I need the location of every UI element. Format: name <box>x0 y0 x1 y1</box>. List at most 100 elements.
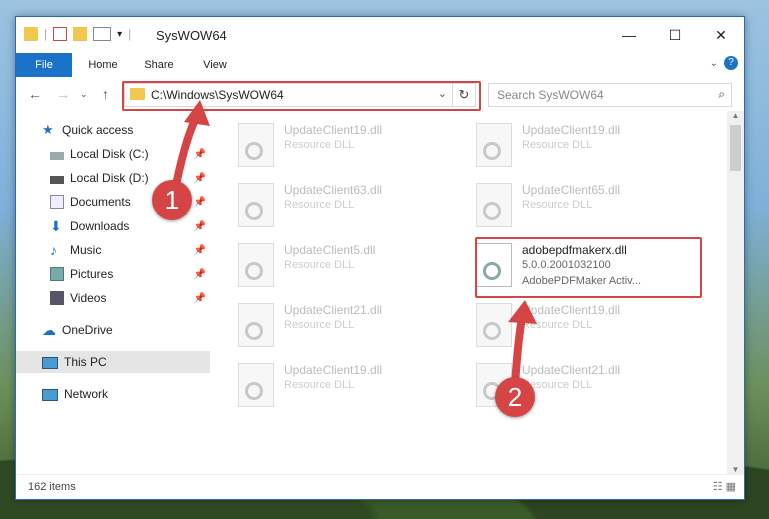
file-name: UpdateClient19.dll <box>522 123 621 137</box>
gear-icon <box>245 322 263 340</box>
file-type: Resource DLL <box>284 139 355 151</box>
sidebar-item-label: Videos <box>70 291 107 305</box>
sidebar-item-pictures[interactable]: Pictures 📌 <box>16 263 210 285</box>
help-icon[interactable]: ? <box>724 56 738 70</box>
file-item[interactable]: UpdateClient19.dll Resource DLL <box>238 121 468 171</box>
recent-chevron-icon[interactable]: ⌄ <box>80 89 88 100</box>
sidebar-item-this-pc[interactable]: This PC <box>16 351 210 373</box>
up-arrow-icon[interactable]: ↑ <box>102 86 109 102</box>
sidebar-item-downloads[interactable]: ⬇ Downloads 📌 <box>16 215 210 237</box>
status-bar: 162 items ☷ ▦ <box>16 474 744 499</box>
dll-file-icon <box>476 123 512 167</box>
pin-icon[interactable]: 📌 <box>194 293 206 304</box>
dll-file-icon <box>476 183 512 227</box>
sidebar-item-label: Network <box>64 387 109 401</box>
maximize-button[interactable]: ☐ <box>652 17 698 53</box>
pin-icon[interactable]: 📌 <box>194 173 206 184</box>
ribbon: File Home Share View ⌄ ? <box>16 53 744 103</box>
file-item[interactable]: UpdateClient63.dll Resource DLL <box>238 181 468 231</box>
file-type: Resource DLL <box>284 199 355 211</box>
sidebar-item-onedrive[interactable]: ☁ OneDrive <box>16 319 210 341</box>
minimize-button[interactable]: — <box>606 17 652 53</box>
quick-access-toolbar: | ▾ | <box>24 27 131 41</box>
properties-icon[interactable] <box>53 27 68 41</box>
sidebar-item-videos[interactable]: Videos 📌 <box>16 287 210 309</box>
file-name: UpdateClient21.dll <box>522 363 621 377</box>
pin-icon[interactable]: 📌 <box>194 245 206 256</box>
view-options-icon[interactable] <box>93 27 112 41</box>
address-highlight-box <box>122 81 481 111</box>
music-icon: ♪ <box>50 242 57 258</box>
gear-icon <box>483 142 501 160</box>
download-icon: ⬇ <box>50 218 62 234</box>
tab-view[interactable]: View <box>190 53 240 77</box>
pin-icon[interactable]: 📌 <box>194 269 206 280</box>
tab-home[interactable]: Home <box>78 53 128 77</box>
navigation-pane: ★ Quick access Local Disk (C:) 📌 Local D… <box>16 111 210 471</box>
pin-icon[interactable]: 📌 <box>194 149 206 160</box>
drive-icon <box>50 152 64 160</box>
file-name: UpdateClient21.dll <box>284 303 383 317</box>
expand-ribbon-icon[interactable]: ⌄ <box>710 58 718 69</box>
file-item[interactable]: UpdateClient19.dll Resource DLL <box>476 301 706 351</box>
drive-icon <box>50 176 64 184</box>
sidebar-item-label: OneDrive <box>62 323 113 337</box>
tab-share[interactable]: Share <box>134 53 184 77</box>
pin-icon[interactable]: 📌 <box>194 221 206 232</box>
scroll-up-icon[interactable]: ▲ <box>727 111 744 123</box>
forward-arrow-icon[interactable]: → <box>56 86 70 102</box>
dll-file-icon <box>238 363 274 407</box>
item-count: 162 items <box>28 481 76 493</box>
separator: | <box>44 27 48 41</box>
sidebar-item-music[interactable]: ♪ Music 📌 <box>16 239 210 261</box>
file-item[interactable]: UpdateClient21.dll Resource DLL <box>238 301 468 351</box>
close-button[interactable]: ✕ <box>698 17 744 53</box>
file-item[interactable]: UpdateClient5.dll Resource DLL <box>238 241 468 291</box>
file-type: Resource DLL <box>284 259 355 271</box>
gear-icon <box>245 382 263 400</box>
sidebar-item-label: Local Disk (C:) <box>70 147 149 161</box>
separator: | <box>128 27 132 41</box>
gear-icon <box>483 202 501 220</box>
sidebar-item-label: Downloads <box>70 219 130 233</box>
search-input[interactable]: Search SysWOW64 ⌕ <box>488 83 732 107</box>
network-icon <box>42 389 58 401</box>
file-name: UpdateClient65.dll <box>522 183 621 197</box>
customize-chevron-icon[interactable]: ▾ <box>117 29 122 40</box>
file-item[interactable]: UpdateClient19.dll Resource DLL <box>476 121 706 171</box>
search-icon[interactable]: ⌕ <box>718 87 725 102</box>
file-type: Resource DLL <box>522 199 593 211</box>
new-folder-icon[interactable] <box>73 27 88 41</box>
file-type: Resource DLL <box>284 319 355 331</box>
sidebar-item-label: Pictures <box>70 267 114 281</box>
callout-2: 2 <box>495 377 535 417</box>
sidebar-item-label: Quick access <box>62 123 134 137</box>
file-name: UpdateClient19.dll <box>522 303 621 317</box>
back-arrow-icon[interactable]: ← <box>28 86 42 102</box>
file-highlight-box <box>475 237 702 298</box>
sidebar-item-local-disk-c[interactable]: Local Disk (C:) 📌 <box>16 143 210 165</box>
gear-icon <box>245 262 263 280</box>
sidebar-item-quick-access[interactable]: ★ Quick access <box>16 119 210 141</box>
dll-file-icon <box>238 243 274 287</box>
search-placeholder: Search SysWOW64 <box>497 88 604 102</box>
file-type: Resource DLL <box>522 139 593 151</box>
scrollbar-thumb[interactable] <box>730 125 741 171</box>
vertical-scrollbar[interactable]: ▲ ▼ <box>727 111 744 477</box>
sidebar-item-label: Local Disk (D:) <box>70 171 149 185</box>
folder-icon[interactable] <box>24 27 38 41</box>
view-toggle-icons[interactable]: ☷ ▦ <box>713 480 736 493</box>
computer-icon <box>42 357 58 369</box>
file-name: UpdateClient5.dll <box>284 243 376 257</box>
gear-icon <box>245 202 263 220</box>
documents-icon <box>50 195 64 209</box>
file-name: UpdateClient19.dll <box>284 363 383 377</box>
sidebar-item-network[interactable]: Network <box>16 383 210 405</box>
file-type: Resource DLL <box>284 379 355 391</box>
cloud-icon: ☁ <box>42 322 56 338</box>
callout-1: 1 <box>152 180 192 220</box>
file-item[interactable]: UpdateClient65.dll Resource DLL <box>476 181 706 231</box>
pin-icon[interactable]: 📌 <box>194 197 206 208</box>
window-title: SysWOW64 <box>156 28 227 43</box>
file-item[interactable]: UpdateClient19.dll Resource DLL <box>238 361 468 411</box>
